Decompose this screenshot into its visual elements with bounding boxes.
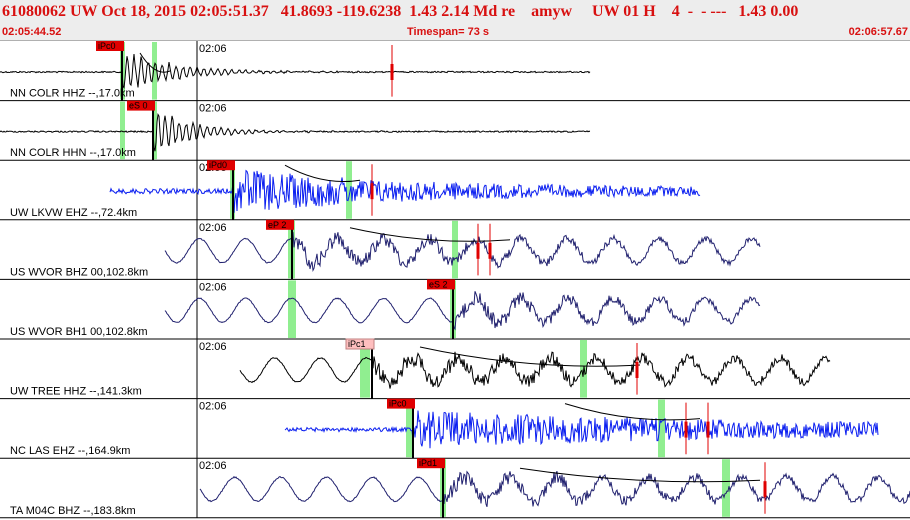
tick-label: 02:06 bbox=[199, 222, 227, 234]
coda-curve bbox=[349, 227, 511, 242]
waveform bbox=[109, 169, 701, 213]
station-label: NC LAS EHZ --,164.9km bbox=[10, 445, 130, 457]
tick-label: 02:06 bbox=[199, 43, 227, 55]
trace-row[interactable]: 02:06 eP 2 US WVOR BHZ 00,102.8km bbox=[0, 219, 910, 280]
amplitude-marker-box bbox=[390, 63, 394, 80]
pick-window bbox=[452, 220, 458, 279]
trace-row[interactable]: 02:06 iPc0 NN COLR HHZ --,17.0km bbox=[0, 41, 910, 102]
trace-row[interactable]: 02:06 iPc1 UW TREE HHZ --,141.3km bbox=[0, 338, 910, 400]
pick-window bbox=[288, 280, 296, 338]
waveform bbox=[239, 351, 831, 389]
amplitude-marker-box bbox=[684, 421, 688, 438]
waveform bbox=[284, 410, 879, 449]
waveform bbox=[0, 54, 591, 89]
station-label: TA M04C BHZ --,183.8km bbox=[10, 505, 136, 517]
waveform bbox=[164, 232, 761, 273]
amplitude-marker-box bbox=[370, 183, 374, 200]
pick-label: iPc0 bbox=[389, 399, 407, 409]
trace-row[interactable]: 02:06 iPc0 NC LAS EHZ --,164.9km bbox=[0, 398, 910, 459]
seismogram-panel[interactable]: 02:06 iPc0 NN COLR HHZ --,17.0km 02:06 eS 0 N… bbox=[0, 0, 910, 520]
pick-label: iPc0 bbox=[98, 41, 116, 51]
pick-window bbox=[152, 42, 157, 100]
pick-label: iPd1 bbox=[419, 458, 437, 468]
waveform bbox=[199, 470, 910, 507]
tick-label: 02:06 bbox=[199, 103, 227, 115]
amplitude-marker-box bbox=[635, 361, 639, 378]
trace-row[interactable]: 02:06 iPd1 TA M04C BHZ --,183.8km bbox=[0, 458, 910, 519]
tick-label: 02:06 bbox=[199, 281, 227, 293]
trace-row[interactable]: 02:06iPd0UW LKVW EHZ --,72.4km bbox=[0, 160, 910, 221]
pick-label: eP 2 bbox=[268, 220, 286, 230]
pick-label: eS 0 bbox=[129, 101, 148, 111]
amplitude-marker-box bbox=[763, 481, 767, 498]
tick-label: 02:06 bbox=[199, 341, 227, 353]
waveform bbox=[164, 291, 761, 331]
station-label: NN COLR HHN --,17.0km bbox=[10, 147, 136, 159]
pick-label: iPd0 bbox=[209, 160, 227, 170]
pick-label: iPc1 bbox=[348, 339, 366, 349]
tick-label: 02:06 bbox=[199, 401, 227, 413]
trace-row[interactable]: 02:06 eS 0 NN COLR HHN --,17.0km bbox=[0, 100, 910, 161]
station-label: UW LKVW EHZ --,72.4km bbox=[10, 207, 137, 219]
coda-curve bbox=[564, 403, 701, 421]
waveform bbox=[0, 112, 591, 152]
station-label: NN COLR HHZ --,17.0km bbox=[10, 88, 135, 100]
station-label: US WVOR BH1 00,102.8km bbox=[10, 326, 148, 338]
amplitude-marker-box bbox=[706, 421, 710, 438]
amplitude-marker-box bbox=[488, 242, 492, 259]
station-label: US WVOR BHZ 00,102.8km bbox=[10, 266, 148, 278]
tick-label: 02:06 bbox=[199, 460, 227, 472]
station-label: UW TREE HHZ --,141.3km bbox=[10, 386, 142, 398]
pick-label: eS 2 bbox=[429, 279, 448, 289]
amplitude-marker-box bbox=[476, 242, 480, 259]
trace-row[interactable]: 02:06 eS 2 US WVOR BH1 00,102.8km bbox=[0, 279, 910, 340]
